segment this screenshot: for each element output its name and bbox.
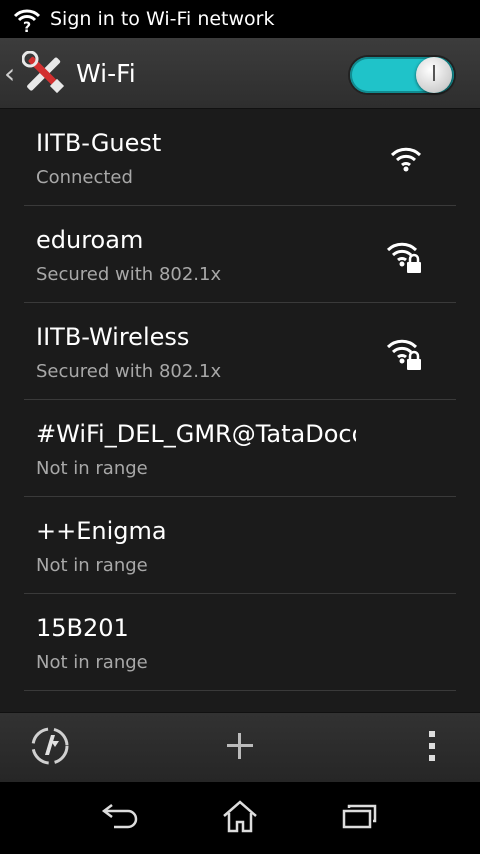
chevron-left-icon: ‹: [4, 56, 16, 90]
home-button[interactable]: [195, 782, 285, 854]
network-status: Connected: [36, 167, 133, 188]
page-title: Wi-Fi: [76, 58, 136, 88]
settings-tools-icon: [21, 50, 66, 95]
wps-icon: [29, 725, 71, 771]
network-status: Not in range: [36, 652, 148, 673]
network-item[interactable]: ++Enigma Not in range: [24, 497, 456, 594]
action-bar: ‹ Wi-Fi: [0, 38, 480, 109]
svg-text:?: ?: [23, 20, 31, 33]
network-item[interactable]: 15B201 Not in range: [24, 594, 456, 691]
back-icon: [100, 801, 140, 835]
up-button[interactable]: ‹: [0, 38, 66, 108]
wps-button[interactable]: [18, 713, 82, 783]
wifi-question-icon: ?: [12, 4, 42, 34]
overflow-menu-button[interactable]: [410, 713, 454, 783]
network-item[interactable]: #WiFi_DEL_GMR@TataDocomo Not in range: [24, 400, 456, 497]
network-list: IITB-Guest Connected eduroam Secured wit…: [0, 109, 480, 691]
network-name: eduroam: [36, 226, 144, 254]
network-name: 15B201: [36, 614, 129, 642]
recents-icon: [340, 801, 380, 835]
wifi-toggle[interactable]: [350, 57, 454, 93]
navigation-bar: [0, 782, 480, 854]
network-status: Not in range: [36, 555, 148, 576]
back-button[interactable]: [75, 782, 165, 854]
network-item[interactable]: IITB-Wireless Secured with 802.1x: [24, 303, 456, 400]
recents-button[interactable]: [315, 782, 405, 854]
bottom-action-bar: [0, 712, 480, 783]
network-status: Not in range: [36, 458, 148, 479]
overflow-menu-icon: [428, 730, 436, 766]
toggle-knob[interactable]: [416, 57, 452, 93]
network-status: Secured with 802.1x: [36, 361, 222, 382]
home-icon: [220, 798, 260, 838]
notification-text: Sign in to Wi-Fi network: [50, 8, 275, 30]
network-status: Secured with 802.1x: [36, 264, 222, 285]
wifi-signal-icon: [386, 141, 426, 181]
add-network-button[interactable]: [200, 713, 280, 783]
wifi-locked-icon: [386, 335, 426, 375]
add-icon: [225, 731, 255, 765]
network-item[interactable]: IITB-Guest Connected: [24, 109, 456, 206]
network-name: ++Enigma: [36, 517, 167, 545]
wifi-locked-icon: [386, 238, 426, 278]
network-name: IITB-Wireless: [36, 323, 190, 351]
network-name: IITB-Guest: [36, 129, 162, 157]
network-item[interactable]: eduroam Secured with 802.1x: [24, 206, 456, 303]
status-bar: ? Sign in to Wi-Fi network: [0, 0, 480, 38]
network-name: #WiFi_DEL_GMR@TataDocomo: [36, 420, 356, 448]
